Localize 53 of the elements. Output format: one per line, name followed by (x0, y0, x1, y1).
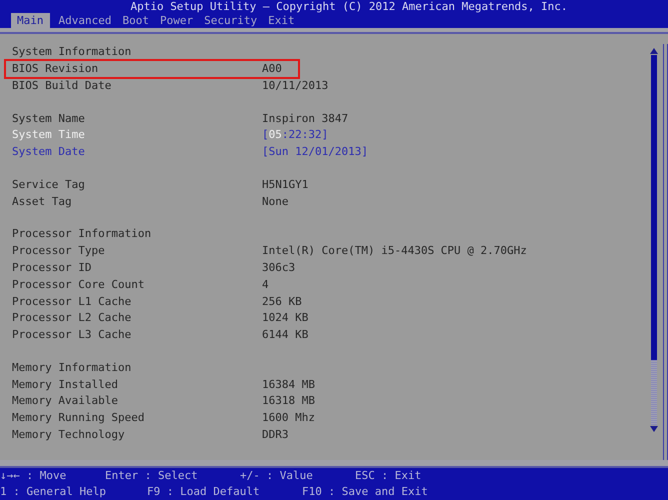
menu-tab[interactable]: Security (202, 13, 260, 28)
key-hint: Enter : Select (105, 468, 199, 484)
info-value: A00 (262, 61, 282, 78)
info-label: System Name (12, 110, 86, 127)
info-value: Inspiron 3847 (262, 110, 348, 127)
scroll-up-icon[interactable] (650, 48, 658, 54)
window-title: Aptio Setup Utility – Copyright (C) 2012 American Megatrends, Inc. (129, 0, 568, 14)
menu-tab[interactable]: Power (158, 13, 196, 28)
info-label: BIOS Build Date (12, 78, 112, 94)
info-value: 16384 MB (262, 376, 315, 393)
info-value: 256 KB (262, 294, 302, 310)
info-value: DDR3 (262, 426, 288, 443)
info-value: 4 (262, 276, 269, 293)
key-hint: +/- : Value (240, 468, 314, 484)
info-label: Asset Tag (12, 194, 73, 210)
key-hint: 1 : General Help (0, 484, 107, 500)
setting-label[interactable]: System Date (12, 144, 262, 160)
info-value: H5N1GY1 (262, 176, 308, 193)
menu-tab[interactable]: Advanced (56, 13, 114, 28)
key-hint: ESC : Exit (355, 468, 422, 484)
section-heading: Processor Information (12, 226, 152, 242)
info-value: 1024 KB (262, 310, 308, 326)
info-label: Processor L2 Cache (12, 310, 132, 326)
info-value: 6144 KB (262, 327, 308, 344)
info-label: Service Tag (12, 176, 86, 193)
key-hint: ↓→← : Move (0, 468, 68, 484)
info-value: 16318 MB (262, 393, 315, 410)
info-label: Processor L1 Cache (12, 294, 132, 310)
info-label: Memory Technology (12, 426, 126, 443)
info-value: None (262, 194, 288, 210)
key-hint: F10 : Save and Exit (302, 484, 428, 500)
info-label: Memory Running Speed (12, 410, 146, 426)
info-label: Memory Installed (12, 376, 119, 393)
info-label: Processor L3 Cache (12, 327, 132, 344)
menu-tab[interactable]: Boot (120, 13, 151, 28)
menu-tab[interactable]: Exit (266, 13, 297, 28)
setting-value[interactable]: [05:22:32] (262, 127, 328, 144)
scroll-thumb[interactable] (651, 55, 657, 360)
key-hint: F9 : Load Default (147, 484, 261, 500)
info-label: Processor Type (12, 243, 106, 260)
info-value: 10/11/2013 (262, 78, 328, 94)
section-heading: System Information (12, 44, 132, 60)
section-heading: Memory Information (12, 360, 132, 376)
info-value: 1600 Mhz (262, 410, 315, 426)
info-value: Intel(R) Core(TM) i5-4430S CPU @ 2.70GHz (262, 243, 527, 260)
scroll-down-icon[interactable] (650, 426, 658, 432)
menu-tab[interactable]: Main (11, 13, 50, 28)
info-label: Memory Available (12, 393, 119, 410)
setting-value[interactable]: [Sun 12/01/2013] (262, 144, 368, 160)
info-label: BIOS Revision (12, 61, 100, 78)
info-label: Processor Core Count (12, 276, 146, 293)
info-value: 306c3 (262, 260, 296, 276)
info-label: Processor ID (12, 260, 92, 276)
